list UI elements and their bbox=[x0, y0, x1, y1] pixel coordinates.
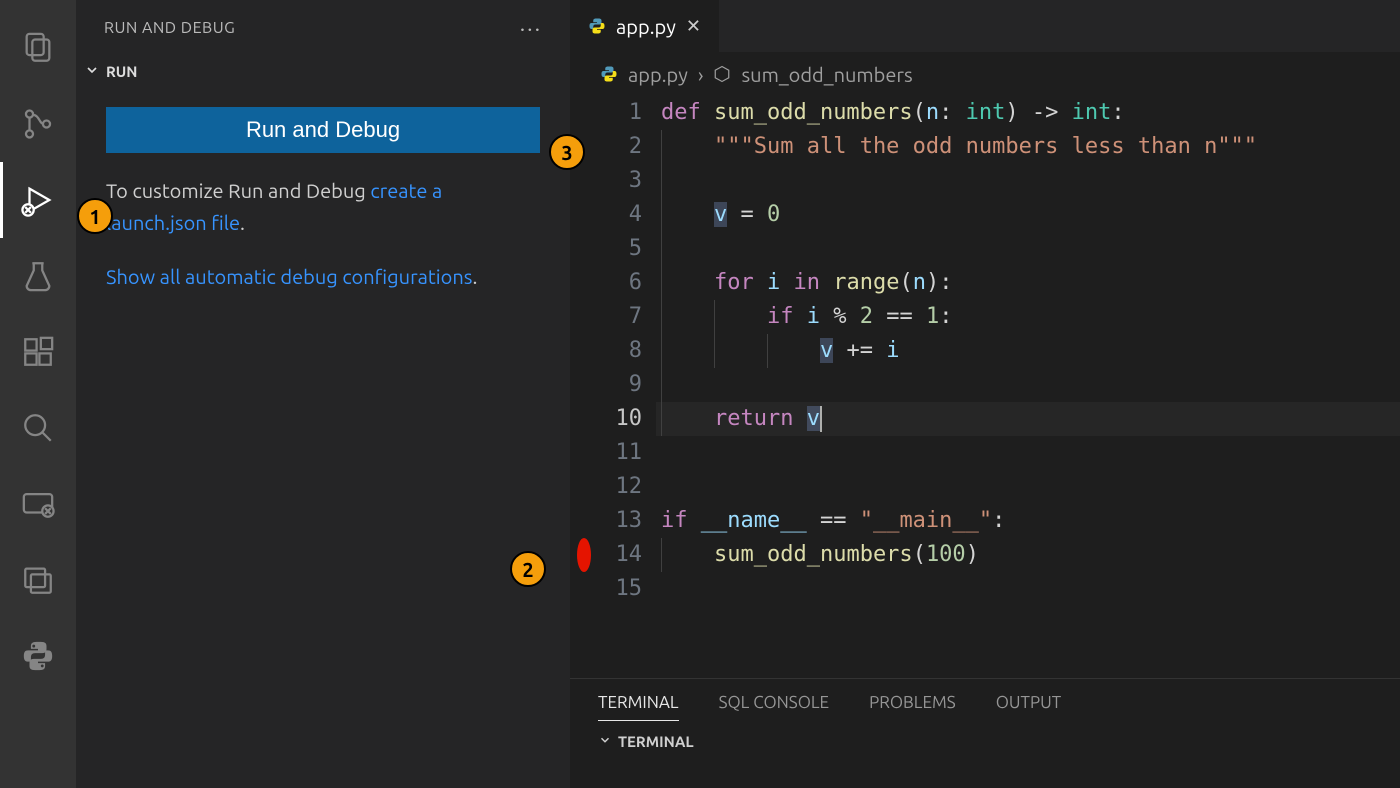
panel-body[interactable]: TERMINAL bbox=[570, 721, 1400, 762]
breadcrumbs[interactable]: app.py › sum_odd_numbers bbox=[570, 52, 1400, 96]
activity-bar bbox=[0, 0, 76, 788]
panel-tab-problems[interactable]: PROBLEMS bbox=[869, 693, 956, 721]
panel-tab-sql-console[interactable]: SQL CONSOLE bbox=[719, 693, 830, 721]
line-number: 10 bbox=[598, 402, 642, 436]
line-number: 11 bbox=[598, 436, 642, 470]
chevron-down-icon bbox=[84, 62, 100, 81]
annotation-badge-1: 1 bbox=[77, 198, 113, 234]
line-number: 12 bbox=[598, 470, 642, 504]
show-debug-configs-link[interactable]: Show all automatic debug configurations bbox=[106, 265, 472, 288]
symbol-method-icon bbox=[713, 65, 731, 83]
activity-testing[interactable] bbox=[0, 238, 76, 314]
breakpoint-gutter[interactable] bbox=[570, 96, 598, 678]
run-debug-sidebar: RUN AND DEBUG ··· RUN Run and Debug To c… bbox=[76, 0, 570, 788]
sidebar-section-label: RUN bbox=[106, 63, 137, 80]
line-number: 14 bbox=[598, 538, 642, 572]
editor-tab-label: app.py bbox=[616, 15, 676, 38]
line-number: 7 bbox=[598, 300, 642, 334]
bottom-panel: TERMINAL SQL CONSOLE PROBLEMS OUTPUT TERMIN… bbox=[570, 678, 1400, 788]
sidebar-title: RUN AND DEBUG bbox=[104, 19, 235, 37]
panel-tabbar: TERMINAL SQL CONSOLE PROBLEMS OUTPUT bbox=[570, 679, 1400, 721]
breadcrumb-file: app.py bbox=[628, 63, 688, 86]
activity-source-control[interactable] bbox=[0, 86, 76, 162]
activity-python[interactable] bbox=[0, 618, 76, 694]
activity-window-layout[interactable] bbox=[0, 542, 76, 618]
line-number: 6 bbox=[598, 266, 642, 300]
activity-run-debug[interactable] bbox=[0, 162, 76, 238]
code-editor[interactable]: 123456789101112131415 def sum_odd_number… bbox=[570, 96, 1400, 678]
line-number: 15 bbox=[598, 572, 642, 606]
editor-tab-app-py[interactable]: app.py ✕ bbox=[570, 0, 720, 52]
panel-tab-output[interactable]: OUTPUT bbox=[996, 693, 1061, 721]
panel-body-label: TERMINAL bbox=[618, 733, 694, 750]
line-number: 2 bbox=[598, 130, 642, 164]
run-and-debug-button[interactable]: Run and Debug bbox=[106, 107, 540, 153]
line-number: 4 bbox=[598, 198, 642, 232]
breakpoint-icon[interactable] bbox=[577, 538, 591, 572]
panel-tab-terminal[interactable]: TERMINAL bbox=[598, 693, 679, 721]
line-number: 3 bbox=[598, 164, 642, 198]
editor-tabbar: app.py ✕ bbox=[570, 0, 1400, 52]
sidebar-title-row: RUN AND DEBUG ··· bbox=[76, 0, 570, 56]
activity-remote[interactable] bbox=[0, 466, 76, 542]
line-number-gutter: 123456789101112131415 bbox=[598, 96, 656, 678]
breadcrumb-separator-icon: › bbox=[698, 63, 704, 86]
activity-explorer[interactable] bbox=[0, 10, 76, 86]
chevron-down-icon bbox=[598, 733, 612, 750]
annotation-badge-2: 2 bbox=[510, 551, 546, 587]
sidebar-more-icon[interactable]: ··· bbox=[520, 16, 542, 41]
editor-area: app.py ✕ app.py › sum_odd_numbers 123456… bbox=[570, 0, 1400, 788]
show-configs-hint: Show all automatic debug configurations. bbox=[106, 261, 540, 293]
sidebar-section-run[interactable]: RUN bbox=[76, 56, 570, 87]
close-tab-icon[interactable]: ✕ bbox=[686, 16, 701, 37]
activity-search[interactable] bbox=[0, 390, 76, 466]
line-number: 8 bbox=[598, 334, 642, 368]
python-file-icon bbox=[588, 17, 606, 35]
line-number: 1 bbox=[598, 96, 642, 130]
code-content[interactable]: def sum_odd_numbers(n: int) -> int:"""Su… bbox=[656, 96, 1400, 678]
breadcrumb-symbol: sum_odd_numbers bbox=[741, 63, 912, 86]
line-number: 9 bbox=[598, 368, 642, 402]
line-number: 13 bbox=[598, 504, 642, 538]
python-file-icon bbox=[600, 65, 618, 83]
annotation-badge-3: 3 bbox=[549, 134, 585, 170]
customize-hint: To customize Run and Debug create a laun… bbox=[106, 175, 540, 239]
activity-extensions[interactable] bbox=[0, 314, 76, 390]
line-number: 5 bbox=[598, 232, 642, 266]
